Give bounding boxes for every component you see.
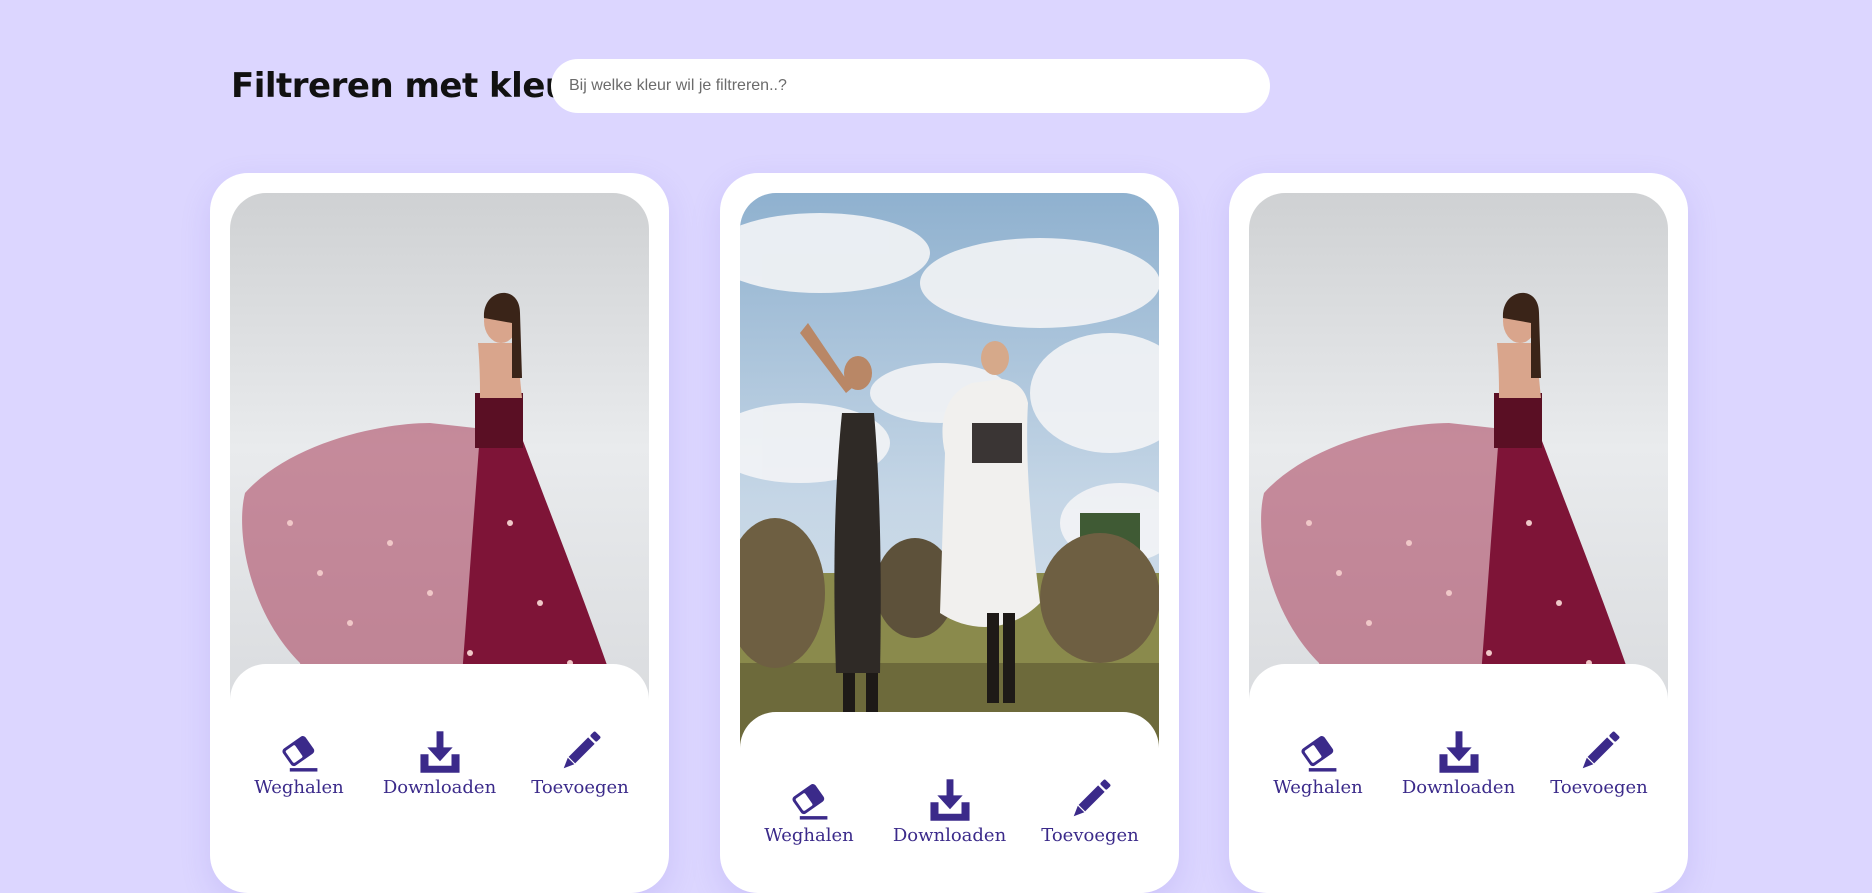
card-actions: Weghalen Downloaden Toevoegen bbox=[230, 729, 649, 798]
photo-red-gown bbox=[1249, 193, 1668, 703]
photo-card: Weghalen Downloaden Toevoegen bbox=[1229, 173, 1688, 893]
photo-red-gown bbox=[230, 193, 649, 703]
download-label: Downloaden bbox=[892, 825, 1007, 846]
photo-card: Weghalen Downloaden Toevoegen bbox=[720, 173, 1179, 893]
remove-label: Weghalen bbox=[254, 777, 344, 798]
remove-button[interactable]: Weghalen bbox=[244, 729, 354, 798]
page-header: Filtreren met kleur bbox=[231, 59, 585, 113]
photo-bottom-curve bbox=[1249, 664, 1668, 703]
download-button[interactable]: Downloaden bbox=[1401, 729, 1516, 798]
photo-bottom-curve bbox=[230, 664, 649, 703]
eraser-icon bbox=[786, 777, 832, 823]
pencil-icon bbox=[1576, 729, 1622, 775]
photo-card: Weghalen Downloaden Toevoegen bbox=[210, 173, 669, 893]
photo-two-women-field bbox=[740, 193, 1159, 751]
download-label: Downloaden bbox=[382, 777, 497, 798]
remove-button[interactable]: Weghalen bbox=[1263, 729, 1373, 798]
download-button[interactable]: Downloaden bbox=[892, 777, 1007, 846]
download-icon bbox=[927, 777, 973, 823]
remove-label: Weghalen bbox=[764, 825, 854, 846]
add-button[interactable]: Toevoegen bbox=[1544, 729, 1654, 798]
eraser-icon bbox=[1295, 729, 1341, 775]
download-label: Downloaden bbox=[1401, 777, 1516, 798]
photo-bottom-curve bbox=[740, 712, 1159, 751]
add-label: Toevoegen bbox=[1550, 777, 1648, 798]
card-actions: Weghalen Downloaden Toevoegen bbox=[1249, 729, 1668, 798]
remove-label: Weghalen bbox=[1273, 777, 1363, 798]
pencil-icon bbox=[1067, 777, 1113, 823]
add-button[interactable]: Toevoegen bbox=[1035, 777, 1145, 846]
download-icon bbox=[417, 729, 463, 775]
download-icon bbox=[1436, 729, 1482, 775]
download-button[interactable]: Downloaden bbox=[382, 729, 497, 798]
add-button[interactable]: Toevoegen bbox=[525, 729, 635, 798]
card-actions: Weghalen Downloaden Toevoegen bbox=[740, 777, 1159, 846]
add-label: Toevoegen bbox=[1041, 825, 1139, 846]
pencil-icon bbox=[557, 729, 603, 775]
page-title: Filtreren met kleur bbox=[231, 66, 585, 106]
color-search-input[interactable] bbox=[567, 76, 1254, 96]
remove-button[interactable]: Weghalen bbox=[754, 777, 864, 846]
search-bar[interactable] bbox=[551, 59, 1270, 113]
add-label: Toevoegen bbox=[531, 777, 629, 798]
eraser-icon bbox=[276, 729, 322, 775]
